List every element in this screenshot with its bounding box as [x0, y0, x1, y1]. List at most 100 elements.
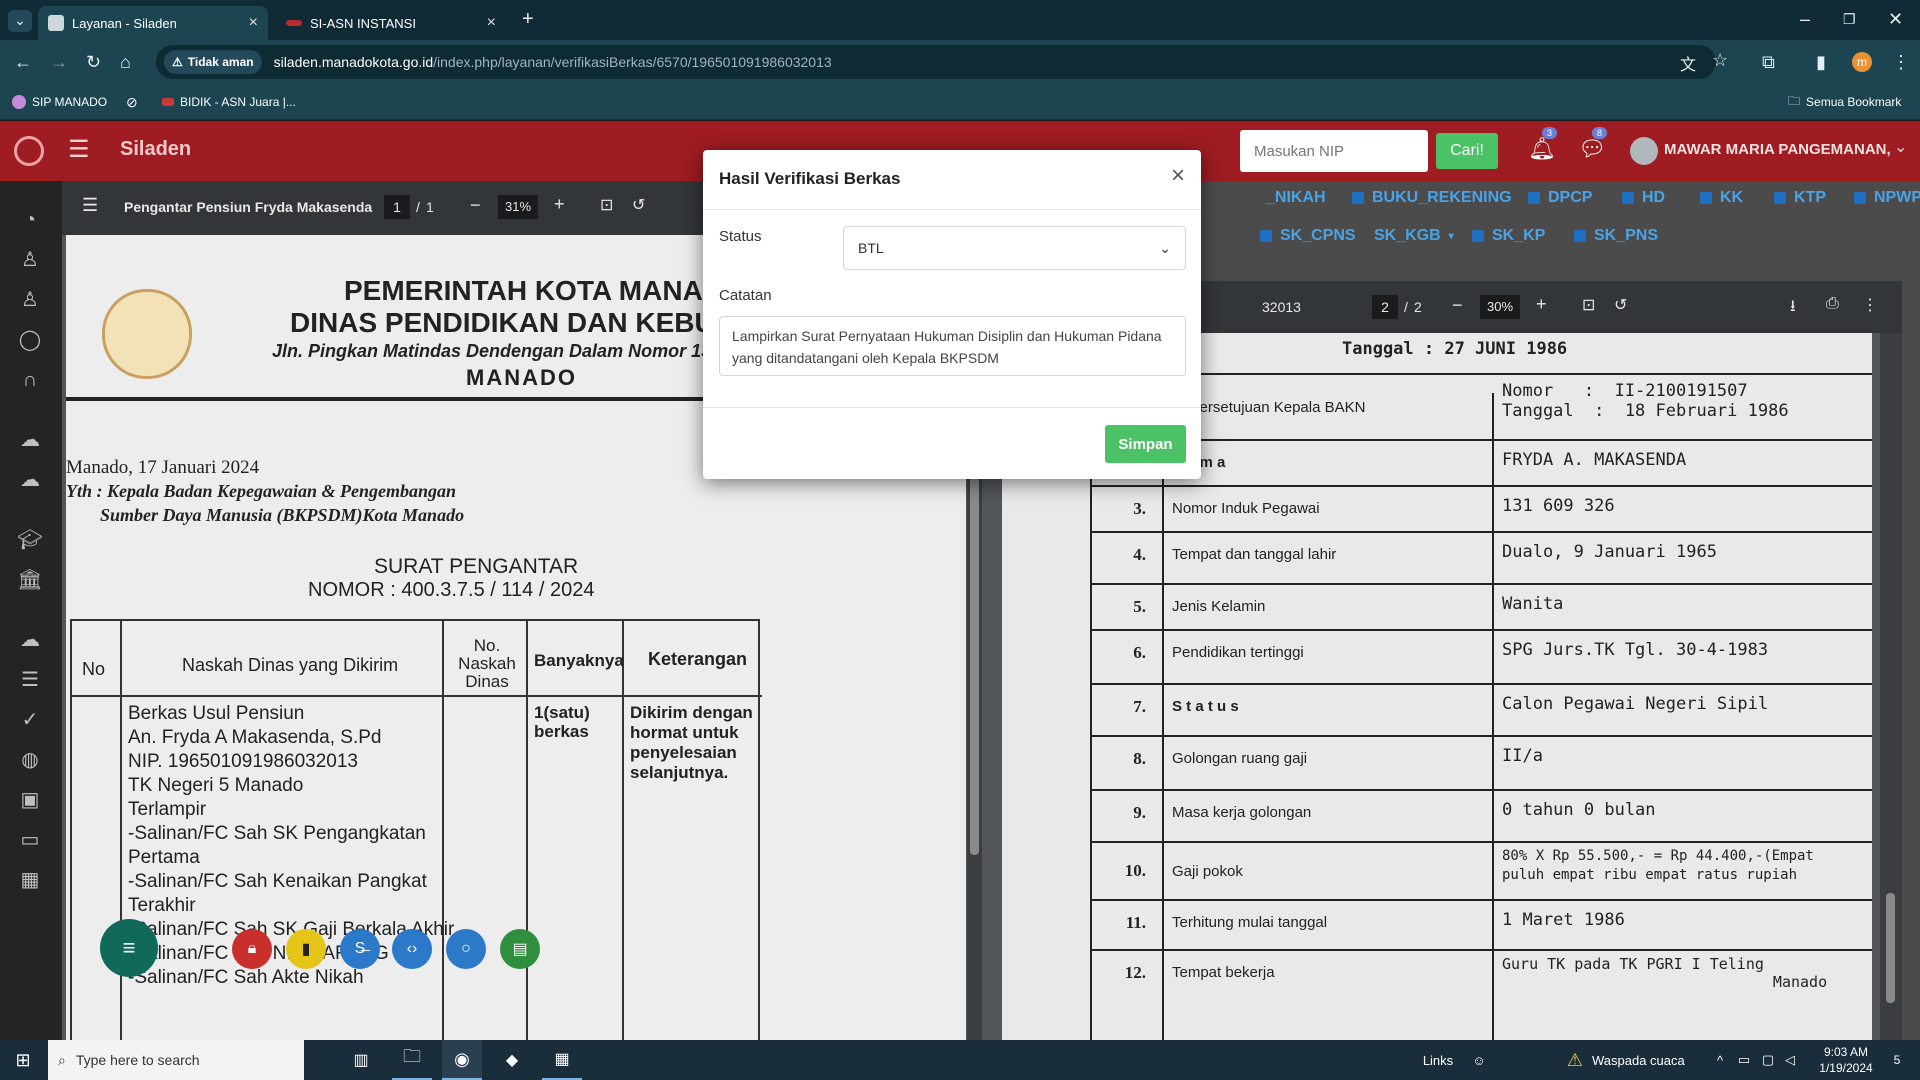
bookmark-globe[interactable]: ⊘ [126, 92, 138, 112]
doc-link-sk-pns[interactable]: SK_PNS [1574, 227, 1658, 245]
apps-icon[interactable]: ▦ [15, 867, 45, 893]
new-tab-icon[interactable]: + [522, 9, 534, 29]
zoom-out-icon[interactable]: − [1452, 295, 1463, 316]
bell-icon[interactable]: 🔔︎ [1528, 136, 1556, 162]
fit-page-icon[interactable]: ⊡ [1582, 295, 1595, 315]
search-button[interactable]: Cari! [1436, 133, 1498, 169]
cloud-download-icon[interactable]: ☁ [15, 467, 45, 493]
scrollbar-thumb[interactable] [1886, 893, 1895, 1003]
doc-link-sk-cpns[interactable]: SK_CPNS [1260, 227, 1356, 245]
chat-icon[interactable]: 💬︎ [1578, 136, 1606, 162]
close-icon[interactable]: × [249, 14, 258, 32]
list-icon[interactable]: ☰ [15, 667, 45, 693]
all-bookmarks[interactable]: 🗀 Semua Bookmark [1788, 92, 1901, 112]
security-badge[interactable]: ⚠ Tidak aman [164, 50, 262, 74]
doc-link-nikah[interactable]: _NIKAH [1266, 189, 1326, 207]
taskbar-links[interactable]: Links [1418, 1040, 1458, 1080]
hamburger-icon[interactable]: ☰ [68, 135, 90, 164]
page-input[interactable]: 1 [384, 195, 410, 219]
check-circle-icon[interactable]: ✓ [15, 707, 45, 733]
display-icon[interactable]: ▢ [1758, 1040, 1778, 1080]
star-icon[interactable]: ☆ [1712, 50, 1728, 71]
page-input[interactable]: 2 [1372, 295, 1398, 319]
bookmark-bidik[interactable]: BIDIK - ASN Juara |... [162, 92, 296, 112]
calculator-icon[interactable]: ▦ [542, 1040, 582, 1080]
file-explorer-icon[interactable]: 🗀 [392, 1040, 432, 1080]
minimize-icon[interactable]: – [1800, 9, 1810, 29]
avatar[interactable] [1630, 137, 1658, 165]
print-icon[interactable]: ⎙ [1826, 295, 1839, 313]
lock-button[interactable]: 🔒︎ [232, 929, 272, 969]
notes-textarea[interactable]: Lampirkan Surat Pernyataan Hukuman Disip… [719, 316, 1186, 376]
status-select[interactable]: BTL ⌄ [843, 226, 1186, 270]
contact-icon[interactable]: ▣ [15, 787, 45, 813]
extensions-icon[interactable]: ⧉ [1762, 51, 1775, 73]
headset-icon[interactable]: ∩ [15, 367, 45, 393]
notification-center-icon[interactable]: 5 [1882, 1040, 1912, 1080]
weather-icon[interactable]: ⚠ [1560, 1040, 1590, 1080]
doc-link-ktp[interactable]: KTP [1774, 189, 1826, 207]
doc-link-sk-kp[interactable]: SK_KP [1472, 227, 1545, 245]
nip-search-input[interactable] [1240, 130, 1428, 172]
zoom-input[interactable]: 31% [498, 195, 538, 219]
network-icon[interactable]: ▭ [1734, 1040, 1754, 1080]
user-icon[interactable]: ♙ [15, 247, 45, 273]
profile-avatar[interactable]: m [1852, 52, 1872, 72]
tab-list-icon[interactable]: ⌄ [8, 10, 32, 32]
monitor-icon[interactable]: ▭ [15, 827, 45, 853]
dashboard-icon[interactable]: ◔ [15, 207, 45, 233]
bank-icon[interactable]: 🏛︎ [15, 567, 45, 593]
menu-icon[interactable]: ⋮ [1892, 51, 1910, 73]
sidepanel-icon[interactable]: ▮ [1816, 51, 1826, 73]
fab-menu-button[interactable]: ≡ [100, 919, 158, 977]
doc-link-hd[interactable]: HD [1622, 189, 1665, 207]
close-icon[interactable]: × [487, 14, 496, 32]
circle-button[interactable]: ○ [446, 929, 486, 969]
fit-page-icon[interactable]: ⊡ [600, 195, 613, 215]
file-button[interactable]: ▤ [500, 929, 540, 969]
zoom-out-icon[interactable]: − [470, 195, 481, 216]
hamburger-icon[interactable]: ☰ [82, 195, 98, 216]
windows-start-icon[interactable]: ⊞ [0, 1040, 46, 1080]
bookmark-sip-manado[interactable]: SIP MANADO [12, 92, 107, 112]
tray-chevron-icon[interactable]: ^ [1710, 1040, 1730, 1080]
zoom-in-icon[interactable]: + [554, 194, 565, 215]
taskbar-search[interactable]: ⌕ Type here to search [48, 1040, 304, 1080]
address-bar[interactable]: ⚠ Tidak aman siladen.manadokota.go.id/ind… [156, 45, 1728, 79]
task-view-icon[interactable]: ▥ [346, 1040, 376, 1080]
book-button[interactable]: ▮ [286, 929, 326, 969]
graduation-icon[interactable]: 🎓︎ [15, 527, 45, 553]
forward-icon[interactable]: → [50, 51, 68, 73]
doc-link-dpcp[interactable]: DPCP [1528, 189, 1592, 207]
zoom-in-icon[interactable]: + [1536, 294, 1547, 315]
doc-link-buku-rekening[interactable]: BUKU_REKENING [1352, 189, 1512, 207]
doc-link-kk[interactable]: KK [1700, 189, 1743, 207]
translate-icon[interactable]: 文 [1680, 51, 1696, 75]
scrollbar[interactable] [1880, 333, 1902, 1040]
close-window-icon[interactable]: ✕ [1888, 9, 1903, 29]
tab-si-asn[interactable]: SI-ASN INSTANSI × [276, 6, 506, 40]
chevron-down-icon[interactable]: ⌄ [1894, 137, 1907, 157]
restore-icon[interactable]: ❐ [1843, 9, 1856, 29]
user-name[interactable]: MAWAR MARIA PANGEMANAN, [1664, 141, 1891, 158]
clock[interactable]: 9:03 AM 1/19/2024 [1806, 1040, 1886, 1080]
cloud-icon[interactable]: ☁ [15, 627, 45, 653]
user-icon[interactable]: ♙ [15, 287, 45, 313]
people-icon[interactable]: ☺ [1464, 1040, 1494, 1080]
rotate-icon[interactable]: ↺ [632, 195, 645, 215]
code-button[interactable]: ‹› [392, 929, 432, 969]
tab-siladen[interactable]: Layanan - Siladen × [38, 6, 268, 40]
doc-link-sk-kgb[interactable]: SK_KGB ▾ [1374, 227, 1454, 245]
strike-button[interactable]: S̶ [340, 929, 380, 969]
reload-icon[interactable]: ↻ [86, 51, 101, 73]
doc-link-npwp[interactable]: NPWP [1854, 189, 1920, 207]
weather-label[interactable]: Waspada cuaca [1592, 1040, 1692, 1080]
cloud-upload-icon[interactable]: ☁ [15, 427, 45, 453]
zoom-input[interactable]: 30% [1480, 295, 1520, 319]
save-button[interactable]: Simpan [1105, 425, 1186, 463]
close-icon[interactable]: × [1171, 164, 1185, 188]
download-icon[interactable]: ⭳ [1790, 295, 1796, 322]
volume-icon[interactable]: ◁ [1780, 1040, 1800, 1080]
rotate-icon[interactable]: ↺ [1614, 295, 1627, 315]
more-icon[interactable]: ⋮ [1862, 295, 1878, 315]
